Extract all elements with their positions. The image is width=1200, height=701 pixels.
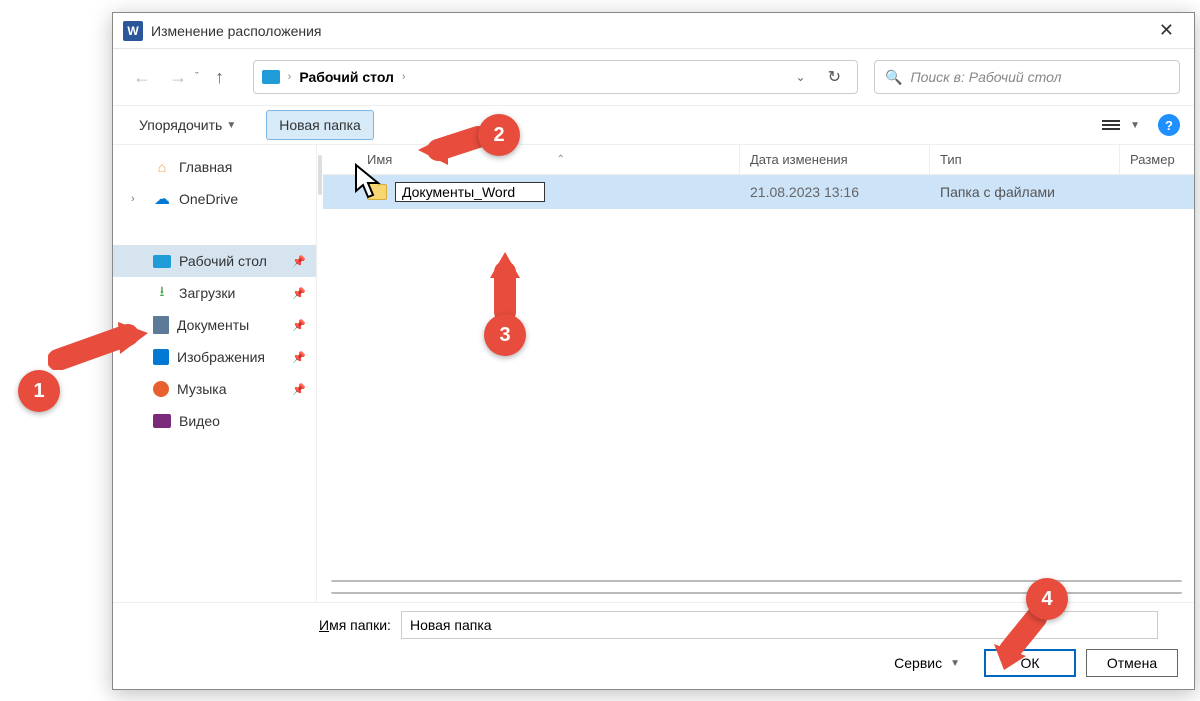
images-icon (153, 349, 169, 365)
search-input[interactable]: 🔍 Поиск в: Рабочий стол (874, 60, 1180, 94)
forward-button[interactable]: → (163, 62, 193, 92)
desktop-icon (262, 70, 280, 84)
sidebar: ⌂ Главная › ☁ OneDrive Рабочий стол 📌 ⭳ … (113, 145, 317, 602)
dialog-body: ⌂ Главная › ☁ OneDrive Рабочий стол 📌 ⭳ … (113, 145, 1194, 602)
folder-name-input[interactable] (401, 611, 1158, 639)
file-list-header: Имя⌃ Дата изменения Тип Размер (323, 145, 1194, 175)
close-button[interactable]: ✕ (1149, 16, 1184, 45)
chevron-right-icon: › (131, 193, 135, 205)
pin-icon: 📌 (292, 383, 306, 396)
view-options-button[interactable] (1098, 116, 1124, 134)
sidebar-item-video[interactable]: Видео (113, 405, 316, 437)
file-row[interactable]: Документы_Word 21.08.2023 13:16 Папка с … (323, 175, 1194, 209)
file-type: Папка с файлами (930, 184, 1120, 200)
sort-indicator-icon: ⌃ (556, 154, 564, 165)
file-dialog: W Изменение расположения ✕ ← → ˇ ↑ › Раб… (112, 12, 1195, 690)
refresh-button[interactable]: ↻ (820, 63, 849, 91)
sidebar-item-home[interactable]: ⌂ Главная (113, 151, 316, 183)
document-icon (153, 316, 169, 334)
dialog-title: Изменение расположения (151, 23, 322, 39)
chevron-right-icon: › (402, 71, 406, 83)
address-bar[interactable]: › Рабочий стол › ⌄ ↻ (253, 60, 858, 94)
chevron-down-icon: ▼ (226, 120, 236, 131)
desktop-icon (153, 255, 171, 268)
chevron-right-icon: › (288, 71, 292, 83)
service-menu[interactable]: Сервис▼ (894, 655, 960, 671)
sidebar-item-images[interactable]: Изображения 📌 (113, 341, 316, 373)
column-date[interactable]: Дата изменения (740, 145, 930, 174)
help-button[interactable]: ? (1158, 114, 1180, 136)
up-button[interactable]: ↑ (205, 62, 235, 92)
dialog-footer: Имя папки: Сервис▼ ОК Отмена (113, 602, 1194, 689)
column-size[interactable]: Размер (1120, 145, 1194, 174)
horizontal-scrollbar[interactable] (331, 580, 1182, 594)
search-placeholder: Поиск в: Рабочий стол (910, 69, 1061, 85)
sidebar-item-desktop[interactable]: Рабочий стол 📌 (113, 245, 316, 277)
back-button[interactable]: ← (127, 62, 157, 92)
file-date: 21.08.2023 13:16 (740, 184, 930, 200)
word-icon: W (123, 21, 143, 41)
new-folder-button[interactable]: Новая папка (266, 110, 374, 140)
pin-icon: 📌 (292, 255, 306, 268)
video-icon (153, 414, 171, 428)
sidebar-item-music[interactable]: Музыка 📌 (113, 373, 316, 405)
organize-button[interactable]: Упорядочить▼ (127, 111, 248, 139)
folder-rename-input[interactable]: Документы_Word (395, 182, 545, 202)
titlebar: W Изменение расположения ✕ (113, 13, 1194, 49)
sidebar-item-downloads[interactable]: ⭳ Загрузки 📌 (113, 277, 316, 309)
nav-row: ← → ˇ ↑ › Рабочий стол › ⌄ ↻ 🔍 Поиск в: … (113, 49, 1194, 105)
sidebar-item-onedrive[interactable]: › ☁ OneDrive (113, 183, 316, 215)
home-icon: ⌂ (153, 158, 171, 176)
pin-icon: 📌 (292, 287, 306, 300)
folder-icon (367, 184, 387, 200)
folder-name-label: Имя папки: (129, 617, 391, 633)
breadcrumb-desktop[interactable]: Рабочий стол (299, 69, 394, 85)
pin-icon: 📌 (292, 319, 306, 332)
onedrive-icon: ☁ (153, 190, 171, 208)
column-type[interactable]: Тип (930, 145, 1120, 174)
file-pane: Имя⌃ Дата изменения Тип Размер Документы… (323, 145, 1194, 602)
search-icon: 🔍 (885, 69, 902, 86)
ok-button[interactable]: ОК (984, 649, 1076, 677)
pin-icon: 📌 (292, 351, 306, 364)
cancel-button[interactable]: Отмена (1086, 649, 1178, 677)
address-dropdown[interactable]: ⌄ (796, 70, 806, 84)
column-name[interactable]: Имя⌃ (323, 145, 740, 174)
toolbar: Упорядочить▼ Новая папка ▼ ? (113, 105, 1194, 145)
chevron-down-icon: ▼ (1130, 120, 1140, 131)
music-icon (153, 381, 169, 397)
download-icon: ⭳ (153, 284, 171, 302)
annotation-badge-1: 1 (18, 370, 60, 412)
history-dropdown[interactable]: ˇ (195, 71, 199, 83)
sidebar-item-documents[interactable]: Документы 📌 (113, 309, 316, 341)
